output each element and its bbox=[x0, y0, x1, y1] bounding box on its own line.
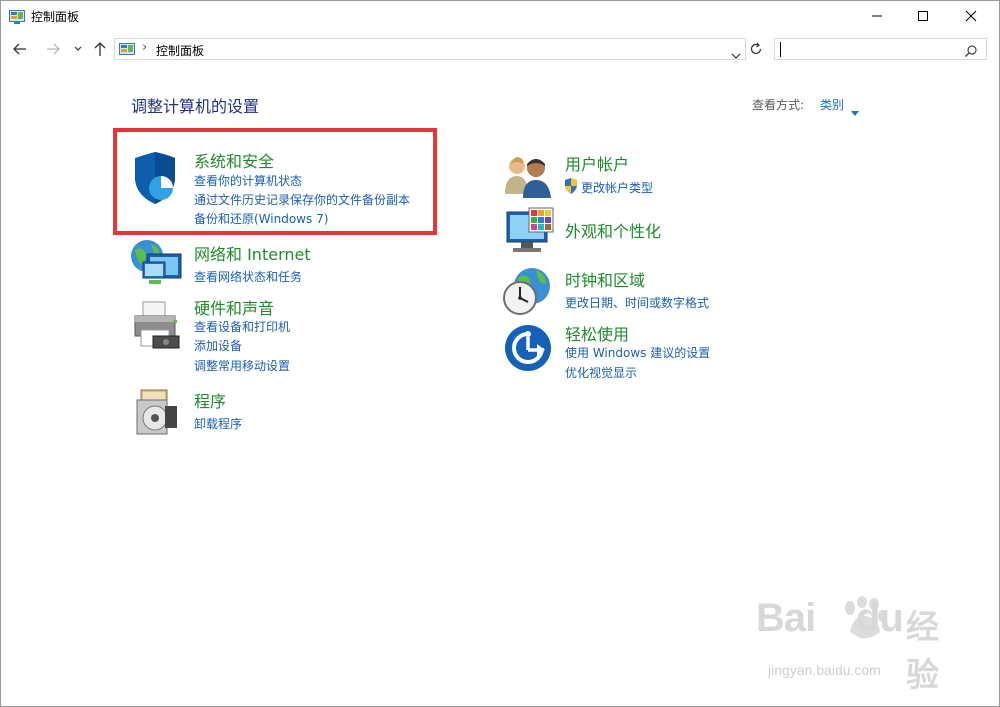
watermark-logo-cn: 经验 bbox=[906, 607, 939, 694]
link-windows-recommended-settings[interactable]: 使用 Windows 建议的设置 bbox=[565, 344, 710, 361]
chevron-down-icon bbox=[73, 43, 83, 62]
up-button[interactable] bbox=[93, 40, 107, 60]
address-dropdown-button[interactable] bbox=[731, 45, 741, 64]
users-icon[interactable] bbox=[503, 154, 553, 202]
chevron-down-icon[interactable] bbox=[851, 101, 859, 120]
minimize-button[interactable] bbox=[854, 0, 900, 32]
category-title-user-accounts[interactable]: 用户帐户 bbox=[565, 151, 629, 175]
view-by-select[interactable]: 类别 bbox=[820, 96, 844, 113]
link-network-status-tasks[interactable]: 查看网络状态和任务 bbox=[194, 268, 302, 285]
refresh-icon bbox=[748, 42, 764, 61]
arrow-right-icon bbox=[45, 43, 61, 62]
search-icon[interactable] bbox=[964, 43, 978, 62]
page-heading: 调整计算机的设置 bbox=[131, 97, 260, 116]
ease-of-access-icon[interactable] bbox=[504, 324, 552, 376]
arrow-left-icon bbox=[12, 43, 28, 62]
view-by-label: 查看方式: bbox=[752, 98, 805, 112]
category-title-appearance[interactable]: 外观和个性化 bbox=[565, 218, 661, 242]
maximize-button[interactable] bbox=[900, 0, 946, 32]
recent-locations-button[interactable] bbox=[73, 40, 83, 60]
control-panel-icon bbox=[9, 9, 25, 28]
link-change-account-type[interactable]: 更改帐户类型 bbox=[581, 179, 653, 196]
printer-icon[interactable] bbox=[131, 298, 183, 354]
refresh-button[interactable] bbox=[748, 41, 764, 61]
category-title-hardware-sound[interactable]: 硬件和声音 bbox=[194, 295, 274, 319]
control-panel-icon bbox=[119, 42, 135, 61]
breadcrumb-control-panel[interactable]: 控制面板 bbox=[156, 42, 204, 59]
title-bar: 控制面板 bbox=[0, 0, 1000, 32]
category-title-clock-region[interactable]: 时钟和区域 bbox=[565, 267, 645, 291]
link-uninstall-program[interactable]: 卸载程序 bbox=[194, 415, 242, 432]
link-optimize-visual-display[interactable]: 优化视觉显示 bbox=[565, 364, 637, 381]
network-globe-icon[interactable] bbox=[129, 238, 185, 292]
breadcrumb-separator[interactable]: › bbox=[142, 40, 147, 55]
address-bar[interactable]: › 控制面板 bbox=[114, 38, 746, 60]
text-cursor bbox=[780, 42, 781, 57]
close-button[interactable] bbox=[948, 0, 994, 32]
watermark-logo-right: du bbox=[856, 596, 904, 640]
monitor-palette-icon[interactable] bbox=[503, 206, 555, 262]
watermark-url: jingyan.baidu.com bbox=[768, 662, 881, 678]
clock-globe-icon[interactable] bbox=[502, 266, 552, 320]
back-button[interactable] bbox=[12, 40, 28, 60]
category-title-ease-of-access[interactable]: 轻松使用 bbox=[565, 321, 629, 345]
link-add-device[interactable]: 添加设备 bbox=[194, 337, 242, 354]
window-title: 控制面板 bbox=[31, 10, 80, 24]
link-mobility-settings[interactable]: 调整常用移动设置 bbox=[194, 357, 290, 374]
category-title-programs[interactable]: 程序 bbox=[194, 388, 226, 412]
link-devices-printers[interactable]: 查看设备和打印机 bbox=[194, 318, 290, 335]
category-title-network-internet[interactable]: 网络和 Internet bbox=[194, 241, 311, 265]
highlight-box bbox=[113, 128, 437, 235]
uac-shield-icon bbox=[564, 178, 578, 198]
forward-button[interactable] bbox=[45, 40, 61, 60]
link-date-time-format[interactable]: 更改日期、时间或数字格式 bbox=[565, 294, 709, 311]
watermark-logo-left: Bai bbox=[756, 596, 816, 640]
arrow-up-icon bbox=[93, 42, 107, 62]
search-input[interactable] bbox=[774, 38, 987, 60]
programs-disc-icon[interactable] bbox=[135, 388, 181, 440]
